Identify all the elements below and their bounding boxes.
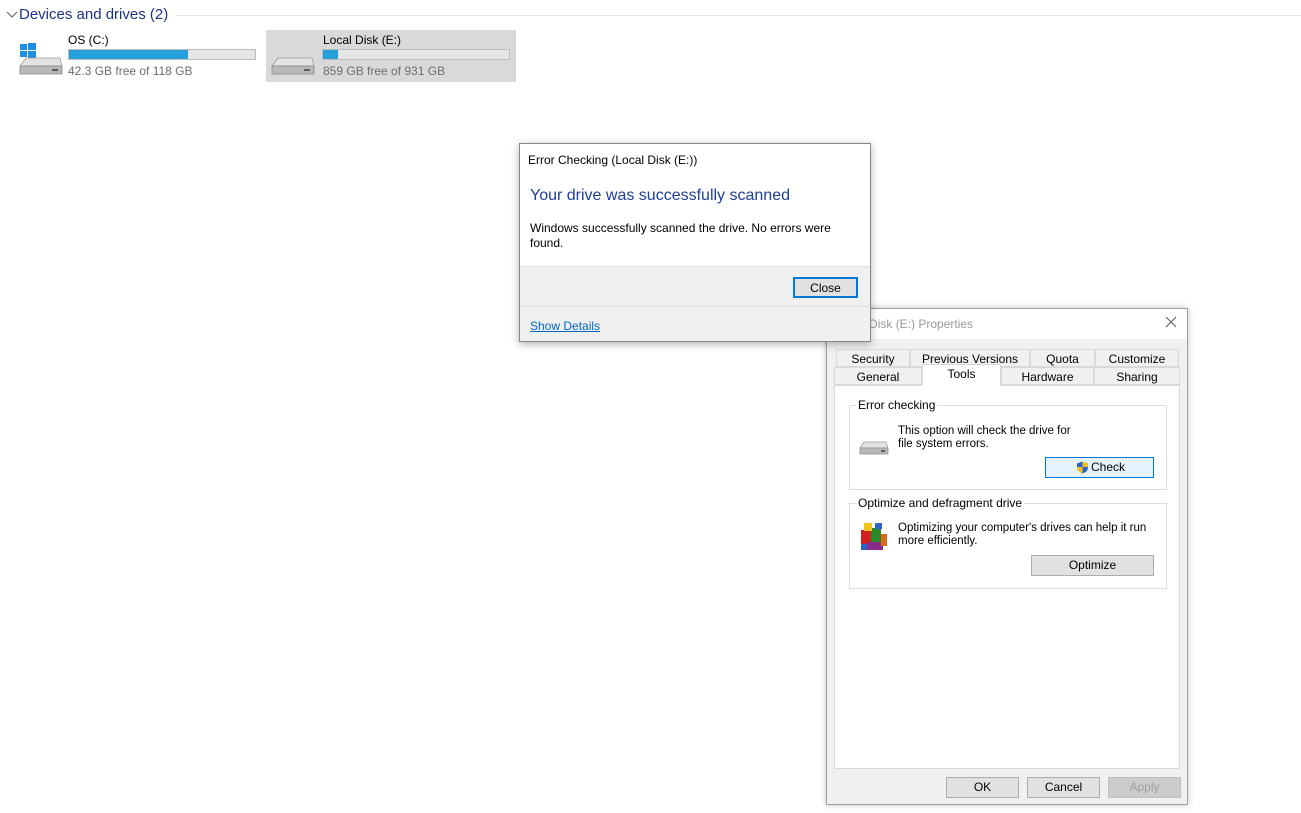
error-dialog-heading: Your drive was successfully scanned [530, 187, 790, 204]
tab-hardware[interactable]: Hardware [1001, 367, 1094, 385]
error-checking-dialog: Error Checking (Local Disk (E:)) Your dr… [519, 143, 871, 342]
group-divider [176, 15, 1301, 16]
tab-general[interactable]: General [834, 367, 922, 385]
properties-titlebar[interactable]: Local Disk (E:) Properties [827, 309, 1187, 339]
optimize-description: Optimizing your computer's drives can he… [898, 522, 1147, 547]
group-title: Devices and drives (2) [19, 6, 169, 23]
tab-security[interactable]: Security [836, 349, 910, 367]
check-button[interactable]: Check [1045, 457, 1154, 478]
show-details-link[interactable]: Show Details [530, 319, 600, 333]
error-dialog-details-bar: Show Details [520, 306, 870, 341]
drive-usage-bar [322, 49, 510, 60]
defragment-icon [861, 523, 887, 550]
error-checking-label: Error checking [856, 398, 938, 412]
ok-button[interactable]: OK [946, 777, 1019, 798]
error-checking-group: Error checking This option will check th… [849, 398, 1167, 490]
tab-customize[interactable]: Customize [1095, 349, 1179, 367]
drive-name: OS (C:) [68, 33, 109, 47]
cancel-button[interactable]: Cancel [1027, 777, 1100, 798]
tab-tools[interactable]: Tools [922, 364, 1001, 386]
uac-shield-icon [1077, 461, 1088, 474]
tab-sharing[interactable]: Sharing [1094, 367, 1180, 385]
drive-name: Local Disk (E:) [323, 33, 402, 47]
tools-tab-panel: Error checking This option will check th… [834, 385, 1180, 769]
apply-button[interactable]: Apply [1108, 777, 1181, 798]
windows-drive-icon [19, 43, 63, 75]
optimize-label: Optimize and defragment drive [856, 496, 1025, 510]
check-button-label: Check [1091, 460, 1126, 474]
error-dialog-message: Windows successfully scanned the drive. … [530, 221, 831, 250]
drive-usage-bar [68, 49, 256, 60]
drive-free-space: 859 GB free of 931 GB [323, 64, 446, 78]
drive-free-space: 42.3 GB free of 118 GB [68, 64, 193, 78]
error-dialog-title: Error Checking (Local Disk (E:)) [528, 153, 698, 167]
optimize-group: Optimize and defragment drive Optimizing… [849, 496, 1167, 589]
drive-usage-fill [323, 50, 338, 59]
error-checking-description: This option will check the drive for fil… [898, 425, 1071, 450]
optimize-button[interactable]: Optimize [1031, 555, 1154, 576]
close-button[interactable]: Close [793, 277, 858, 298]
drive-usage-fill [69, 50, 189, 59]
drive-item-e[interactable]: Local Disk (E:) 859 GB free of 931 GB [266, 30, 516, 82]
error-dialog-button-bar: Close [520, 266, 870, 307]
tab-quota[interactable]: Quota [1030, 349, 1095, 367]
close-icon[interactable] [1163, 314, 1179, 330]
devices-group-header[interactable]: Devices and drives (2) [4, 4, 1301, 26]
hard-drive-icon [271, 57, 315, 75]
chevron-down-icon [6, 11, 18, 18]
hard-drive-icon [859, 441, 889, 455]
drive-item-c[interactable]: OS (C:) 42.3 GB free of 118 GB [16, 30, 262, 82]
properties-dialog: Local Disk (E:) Properties Security Prev… [826, 308, 1188, 805]
